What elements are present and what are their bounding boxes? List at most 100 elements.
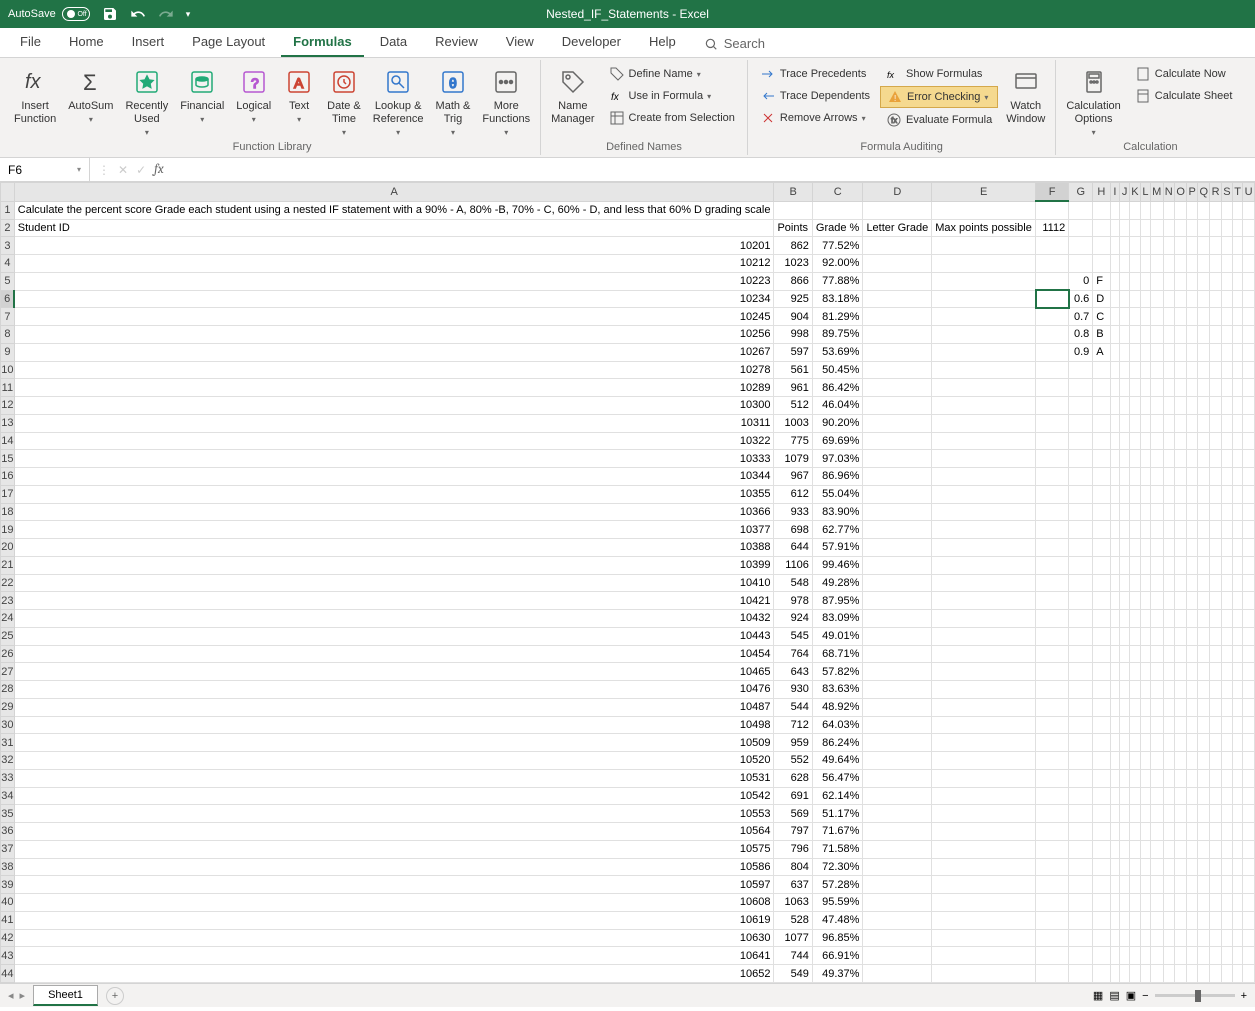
row-header-30[interactable]: 30 [1,716,15,734]
cell-C7[interactable]: 81.29% [812,308,863,326]
cell-F36[interactable] [1036,823,1069,841]
undo-icon[interactable] [130,6,146,22]
cell-E4[interactable] [932,255,1036,273]
cell-R4[interactable] [1210,255,1222,273]
cell-M19[interactable] [1150,521,1163,539]
cell-L36[interactable] [1140,823,1150,841]
row-header-33[interactable]: 33 [1,769,15,787]
cell-K6[interactable] [1129,290,1140,308]
cell-K39[interactable] [1129,876,1140,894]
cell-T16[interactable] [1232,468,1242,486]
cell-G12[interactable] [1069,397,1093,415]
cell-A23[interactable]: 10421 [14,592,774,610]
cell-E22[interactable] [932,574,1036,592]
cell-Q44[interactable] [1198,965,1210,983]
cell-F21[interactable] [1036,556,1069,574]
cell-H4[interactable] [1093,255,1110,273]
cell-L44[interactable] [1140,965,1150,983]
cell-Q34[interactable] [1198,787,1210,805]
cell-P32[interactable] [1187,752,1198,770]
cell-G39[interactable] [1069,876,1093,894]
row-header-42[interactable]: 42 [1,929,15,947]
cell-R42[interactable] [1210,929,1222,947]
cell-D13[interactable] [863,414,932,432]
cell-B2[interactable]: Points [774,219,812,237]
cell-K44[interactable] [1129,965,1140,983]
cell-O22[interactable] [1175,574,1187,592]
cell-O7[interactable] [1175,308,1187,326]
cell-K21[interactable] [1129,556,1140,574]
cell-C1[interactable] [812,201,863,219]
cell-S25[interactable] [1221,627,1232,645]
cell-L13[interactable] [1140,414,1150,432]
cell-S37[interactable] [1221,840,1232,858]
cell-O31[interactable] [1175,734,1187,752]
cell-H17[interactable] [1093,485,1110,503]
cell-S7[interactable] [1221,308,1232,326]
col-header-Q[interactable]: Q [1198,183,1210,202]
cell-O5[interactable] [1175,272,1187,290]
cell-T6[interactable] [1232,290,1242,308]
cell-O6[interactable] [1175,290,1187,308]
row-header-11[interactable]: 11 [1,379,15,397]
cell-G14[interactable] [1069,432,1093,450]
cell-I25[interactable] [1110,627,1120,645]
cell-T41[interactable] [1232,911,1242,929]
watch-window-button[interactable]: Watch Window [1002,64,1049,128]
cell-K23[interactable] [1129,592,1140,610]
text-button[interactable]: A Text▾ [279,64,319,128]
cell-N26[interactable] [1163,645,1175,663]
cell-A22[interactable]: 10410 [14,574,774,592]
cell-A36[interactable]: 10564 [14,823,774,841]
cell-K31[interactable] [1129,734,1140,752]
cell-L4[interactable] [1140,255,1150,273]
cell-T21[interactable] [1232,556,1242,574]
cell-L3[interactable] [1140,237,1150,255]
cell-O13[interactable] [1175,414,1187,432]
cell-M8[interactable] [1150,326,1163,344]
cell-F43[interactable] [1036,947,1069,965]
cell-R30[interactable] [1210,716,1222,734]
row-header-28[interactable]: 28 [1,681,15,699]
cell-C37[interactable]: 71.58% [812,840,863,858]
cell-K2[interactable] [1129,219,1140,237]
tab-file[interactable]: File [8,28,53,57]
cell-A43[interactable]: 10641 [14,947,774,965]
row-header-29[interactable]: 29 [1,698,15,716]
cell-P21[interactable] [1187,556,1198,574]
cell-Q19[interactable] [1198,521,1210,539]
cell-L34[interactable] [1140,787,1150,805]
cell-I11[interactable] [1110,379,1120,397]
cell-A6[interactable]: 10234 [14,290,774,308]
cell-M12[interactable] [1150,397,1163,415]
cell-M40[interactable] [1150,894,1163,912]
cell-U21[interactable] [1243,556,1255,574]
cell-A40[interactable]: 10608 [14,894,774,912]
cell-N43[interactable] [1163,947,1175,965]
cell-I12[interactable] [1110,397,1120,415]
cell-O40[interactable] [1175,894,1187,912]
cell-E18[interactable] [932,503,1036,521]
cell-S23[interactable] [1221,592,1232,610]
cell-N15[interactable] [1163,450,1175,468]
cell-B43[interactable]: 744 [774,947,812,965]
cell-O25[interactable] [1175,627,1187,645]
cell-I42[interactable] [1110,929,1120,947]
cell-H11[interactable] [1093,379,1110,397]
cell-D20[interactable] [863,539,932,557]
cell-D14[interactable] [863,432,932,450]
cell-G2[interactable] [1069,219,1093,237]
cell-C36[interactable]: 71.67% [812,823,863,841]
cell-K1[interactable] [1129,201,1140,219]
col-header-M[interactable]: M [1150,183,1163,202]
cell-N36[interactable] [1163,823,1175,841]
cell-F28[interactable] [1036,681,1069,699]
cell-M39[interactable] [1150,876,1163,894]
cell-R17[interactable] [1210,485,1222,503]
cell-M16[interactable] [1150,468,1163,486]
cell-J28[interactable] [1120,681,1130,699]
cell-F41[interactable] [1036,911,1069,929]
cell-S38[interactable] [1221,858,1232,876]
insert-function-button[interactable]: fx Insert Function [10,64,60,128]
cell-T43[interactable] [1232,947,1242,965]
